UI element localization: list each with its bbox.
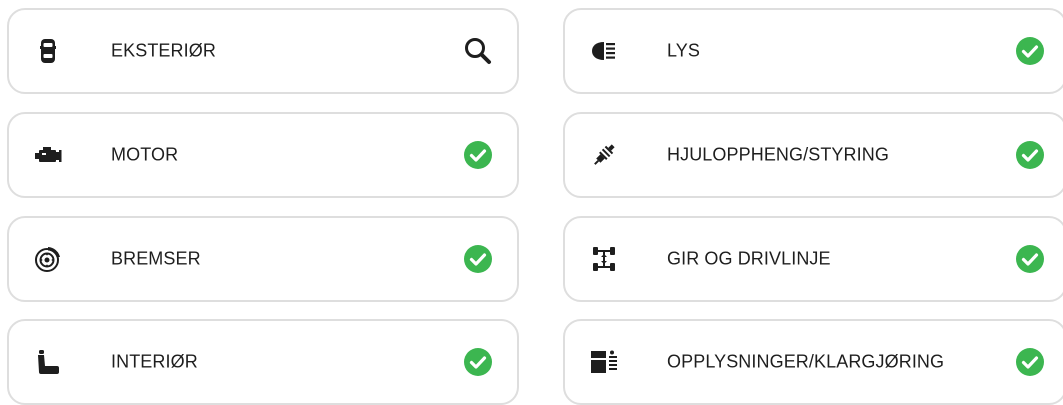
- category-label: HJULOPPHENG/STYRING: [667, 144, 889, 165]
- category-label: LYS: [667, 40, 700, 61]
- category-card-opplysninger-klargjoring[interactable]: OPPLYSNINGER/KLARGJØRING: [563, 319, 1063, 405]
- category-card-bremser[interactable]: BREMSER: [7, 216, 519, 302]
- brake-disc-icon: [33, 244, 63, 274]
- magnifier-icon[interactable]: [463, 36, 493, 66]
- category-card-eksterior[interactable]: EKSTERIØR: [7, 8, 519, 94]
- inspection-category-grid: EKSTERIØR LYS MOTOR HJULOPPHENG/STYRING …: [0, 0, 1063, 405]
- check-circle-icon: [1015, 347, 1045, 377]
- category-label: BREMSER: [111, 248, 201, 269]
- category-label: GIR OG DRIVLINJE: [667, 248, 831, 269]
- category-label: OPPLYSNINGER/KLARGJØRING: [667, 351, 945, 372]
- category-card-motor[interactable]: MOTOR: [7, 112, 519, 198]
- check-circle-icon: [1015, 244, 1045, 274]
- check-circle-icon: [463, 347, 493, 377]
- car-seat-icon: [33, 347, 63, 377]
- category-card-hjuloppheng-styring[interactable]: HJULOPPHENG/STYRING: [563, 112, 1063, 198]
- engine-icon: [33, 140, 63, 170]
- category-card-gir-og-drivlinje[interactable]: GIR OG DRIVLINJE: [563, 216, 1063, 302]
- check-circle-icon: [1015, 36, 1045, 66]
- info-document-icon: [589, 347, 619, 377]
- category-label: EKSTERIØR: [111, 40, 216, 61]
- check-circle-icon: [1015, 140, 1045, 170]
- category-card-lys[interactable]: LYS: [563, 8, 1063, 94]
- check-circle-icon: [463, 140, 493, 170]
- category-card-interior[interactable]: INTERIØR: [7, 319, 519, 405]
- check-circle-icon: [463, 244, 493, 274]
- drivetrain-icon: [589, 244, 619, 274]
- category-label: MOTOR: [111, 144, 179, 165]
- headlight-icon: [589, 36, 619, 66]
- shock-absorber-icon: [589, 140, 619, 170]
- category-label: INTERIØR: [111, 351, 198, 372]
- car-top-icon: [33, 36, 63, 66]
